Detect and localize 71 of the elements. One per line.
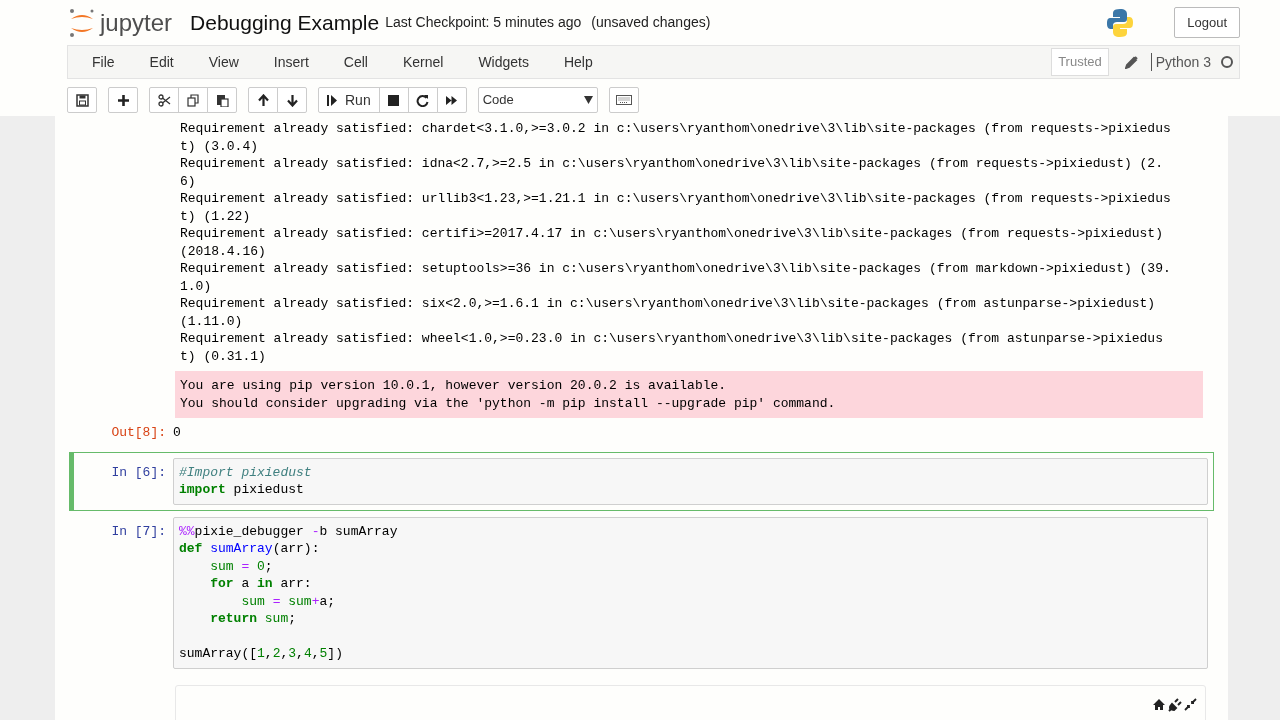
menu-item[interactable]: View xyxy=(198,51,249,73)
code-cell[interactable]: In [6]: #Import pixiedust import pixiedust xyxy=(69,451,1214,511)
menu-item[interactable]: Kernel xyxy=(392,51,454,73)
output-line: Requirement already satisfied: six<2.0,>=1.6.1 in c:\users\ryanthom\onedrive\3\lib\site-packages (from astunparse->pixiedust) (1.11.0) xyxy=(180,295,1157,330)
collapse-arrows-icon[interactable] xyxy=(1184,697,1197,711)
code-line: return sum; xyxy=(209,610,298,628)
jupyter-wordmark[interactable]: jupyter xyxy=(100,4,173,41)
scissors-icon xyxy=(157,93,171,107)
code-line: import pixiedust xyxy=(179,481,305,499)
home-icon[interactable] xyxy=(1152,697,1166,711)
input-prompt: In [7]: xyxy=(110,522,167,541)
plus-icon xyxy=(116,93,130,107)
code-line: #Import pixiedust xyxy=(179,463,313,481)
python-logo-icon xyxy=(1106,7,1135,38)
toolbar-button[interactable] xyxy=(277,87,307,113)
logout-button[interactable]: Logout xyxy=(1174,7,1240,38)
toolbar-button[interactable] xyxy=(108,87,138,113)
output-line: Requirement already satisfied: certifi>=2017.4.17 in c:\users\ryanthom\onedrive\3\lib\site-packages (from requests->pixiedust) (2018.4.16) xyxy=(180,225,1164,260)
toolbar-button[interactable] xyxy=(67,87,97,113)
code-cell[interactable]: In [7]: %%pixie_debugger -b sumArray def sumArray(arr): sum = 0; for a in arr: sum = sum+a; return sum; sumArray([1,2,3,4,5]) xyxy=(69,510,1214,675)
toolbar-button[interactable] xyxy=(378,87,409,113)
code-editor[interactable]: %%pixie_debugger -b sumArray def sumArray(arr): sum = 0; for a in arr: sum = sum+a; return sum; sumArray([1,2,3,4,5]) xyxy=(173,516,1208,669)
output-line: Requirement already satisfied: urllib3<1.23,>=1.21.1 in c:\users\ryanthom\onedrive\3\lib\site-packages (from requests->pixiedust) (1.22) xyxy=(180,190,1171,225)
caret-icon xyxy=(583,96,593,104)
menu-item[interactable]: Insert xyxy=(263,51,319,73)
stop-icon xyxy=(387,93,401,107)
restart-icon xyxy=(416,93,430,107)
output-prompt: Out[8]: xyxy=(110,424,167,442)
code-line: sumArray([1,2,3,4,5]) xyxy=(179,645,344,663)
checkpoint-status: Last Checkpoint: 5 minutes ago xyxy=(385,13,582,32)
keyboard-icon xyxy=(615,95,632,105)
up-arrow-icon xyxy=(256,93,270,107)
code-line: %%pixie_debugger -b sumArray xyxy=(179,522,399,540)
menu-item[interactable]: Edit xyxy=(139,51,184,73)
notebook-title[interactable]: Debugging Example xyxy=(190,6,380,39)
toolbar-button[interactable] xyxy=(436,87,467,113)
toolbar-button[interactable] xyxy=(248,87,278,113)
output-value: 0 xyxy=(173,424,181,442)
output-line: Requirement already satisfied: wheel<1.0,>=0.23.0 in c:\users\ryanthom\onedrive\3\lib\site-packages (from astunparse->pixiedust) (0.31.1) xyxy=(180,330,1164,365)
toolbar-button[interactable] xyxy=(207,87,237,113)
warning-line: You are using pip version 10.0.1, however version 20.0.2 is available. xyxy=(180,377,728,395)
menu-item[interactable]: Widgets xyxy=(468,51,539,73)
copy-icon xyxy=(186,93,200,107)
cell-type-dropdown[interactable]: Code xyxy=(477,87,598,113)
save-icon xyxy=(75,93,89,107)
menu-item[interactable]: File xyxy=(82,51,125,73)
kernel-name[interactable]: Python 3 xyxy=(1155,51,1211,73)
down-arrow-icon xyxy=(285,93,299,107)
input-prompt: In [6]: xyxy=(110,463,167,482)
menu-item[interactable]: Cell xyxy=(333,51,378,73)
code-editor[interactable]: #Import pixiedust import pixiedust xyxy=(173,457,1208,505)
step-icon xyxy=(327,93,340,107)
toolbar-button[interactable] xyxy=(149,87,179,113)
code-line: sum = sum+a; xyxy=(240,592,337,610)
keyboard-shortcuts-button[interactable] xyxy=(608,87,639,113)
plug-icon[interactable] xyxy=(1168,697,1182,712)
code-line: def sumArray(arr): xyxy=(179,540,321,558)
output-line: Requirement already satisfied: idna<2.7,>=2.5 in c:\users\ryanthom\onedrive\3\lib\site-packages (from requests->pixiedust) (2.6) xyxy=(180,155,1164,190)
toolbar-button[interactable] xyxy=(407,87,438,113)
pencil-icon[interactable] xyxy=(1124,55,1138,69)
clipboard-icon xyxy=(215,93,229,107)
output-line: Requirement already satisfied: chardet<3.1.0,>=3.0.2 in c:\users\ryanthom\onedrive\3\lib\site-packages (from requests->pixiedust) (3.0.4) xyxy=(180,120,1171,155)
trusted-indicator[interactable]: Trusted xyxy=(1051,48,1109,76)
warning-line: You should consider upgrading via the 'python -m pip install --upgrade pip' command. xyxy=(180,394,837,412)
code-line: sum = 0; xyxy=(209,557,274,575)
output-line: Requirement already satisfied: setuptools>=36 in c:\users\ryanthom\onedrive\3\lib\site-packages (from markdown->pixiedust) (39.1.0) xyxy=(180,260,1171,295)
menu-item[interactable]: Help xyxy=(553,51,603,73)
toolbar-button[interactable]: Run xyxy=(318,87,380,113)
autosave-status: (unsaved changes) xyxy=(591,13,711,32)
fast-forward-icon xyxy=(445,93,459,107)
code-line: for a in arr: xyxy=(209,575,313,593)
